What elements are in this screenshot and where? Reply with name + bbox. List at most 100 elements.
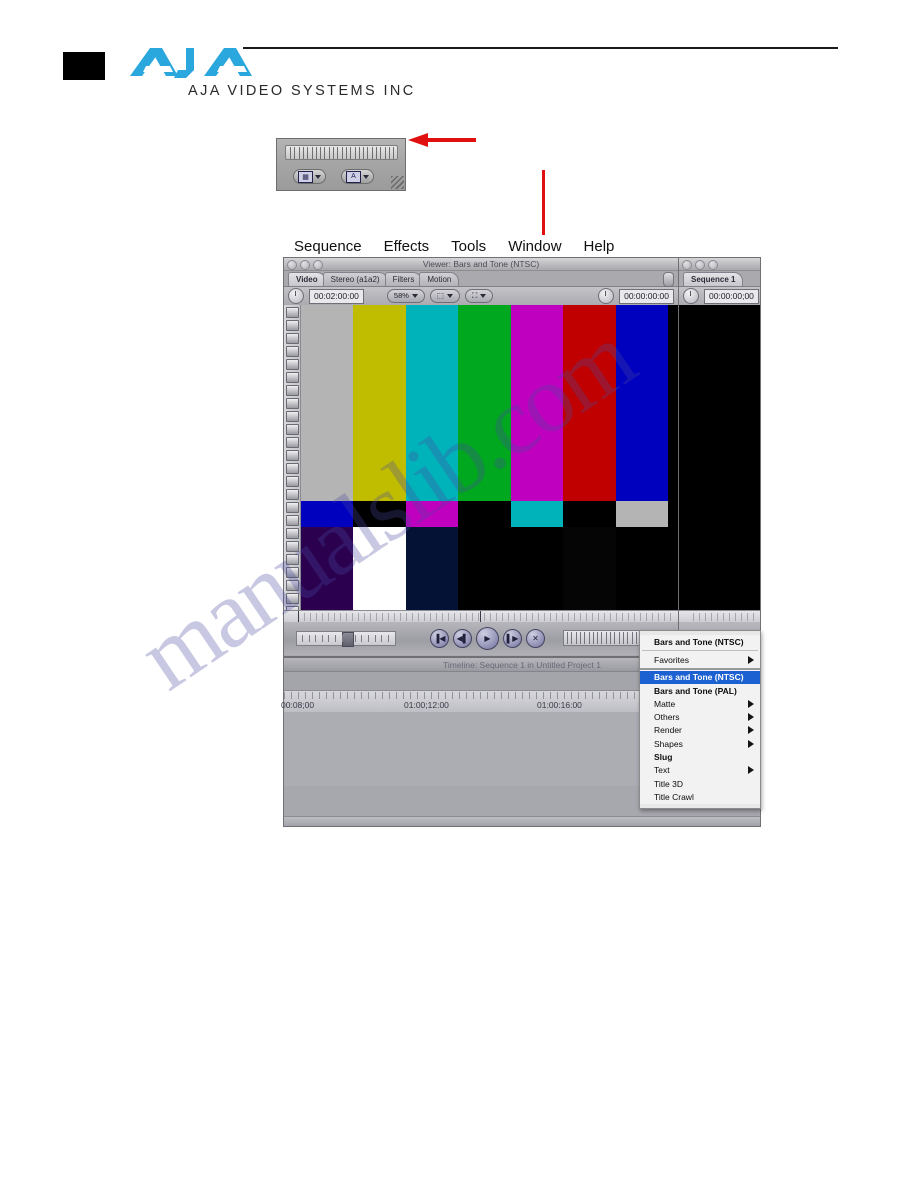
canvas-video-area	[679, 305, 760, 610]
mark-in-button[interactable]: ▐◀	[430, 629, 449, 648]
filmstrip-cell[interactable]	[285, 450, 299, 461]
filmstrip-cell[interactable]	[285, 541, 299, 552]
submenu-arrow-icon	[748, 739, 754, 748]
filmstrip-view-button[interactable]: A	[341, 169, 374, 184]
current-time-dial-icon[interactable]	[683, 288, 699, 304]
tab-filters[interactable]: Filters	[384, 272, 423, 286]
duration-dial-icon[interactable]	[288, 288, 304, 304]
filmstrip-cell[interactable]	[285, 372, 299, 383]
canvas-titlebar[interactable]	[679, 258, 760, 271]
next-edit-button[interactable]: ▌▶	[503, 629, 522, 648]
zoom-button[interactable]	[313, 260, 323, 270]
minimize-button[interactable]	[695, 260, 705, 270]
floating-scrubber-panel[interactable]: ▦ A	[276, 138, 406, 191]
previous-edit-icon: ◀▌	[456, 633, 469, 643]
jog-tick	[302, 635, 303, 642]
filmstrip-cell[interactable]	[285, 502, 299, 513]
filmstrip-cell[interactable]	[285, 554, 299, 565]
filmstrip-cell[interactable]	[285, 437, 299, 448]
jog-slider[interactable]	[296, 631, 396, 647]
menu-item-sequence[interactable]: Sequence	[283, 238, 373, 255]
menu-item-text[interactable]: Text	[640, 764, 760, 777]
canvas-controlbar: 00:00:00;00	[679, 287, 760, 306]
viewer-titlebar[interactable]: Viewer: Bars and Tone (NTSC)	[284, 258, 678, 271]
tab-stereo[interactable]: Stereo (a1a2)	[322, 272, 388, 286]
menu-item-favorites[interactable]: Favorites	[640, 653, 760, 666]
menu-item-title-3d[interactable]: Title 3D	[640, 777, 760, 790]
menu-item-tools[interactable]: Tools	[440, 238, 497, 255]
timecode-in-field[interactable]: 00:02:00:00	[309, 288, 364, 304]
filmstrip-cell[interactable]	[285, 307, 299, 318]
zoom-level-popup[interactable]: 58%	[386, 289, 425, 303]
menu-item-slug[interactable]: Slug	[640, 750, 760, 763]
color-bar-segment	[301, 527, 354, 610]
filmstrip-cell[interactable]	[285, 411, 299, 422]
menu-item-window[interactable]: Window	[497, 238, 572, 255]
menu-item-bars-and-tone-ntsc[interactable]: Bars and Tone (NTSC)	[640, 670, 760, 684]
menu-item-effects[interactable]: Effects	[373, 238, 441, 255]
mini-scrubber-bar[interactable]	[285, 145, 398, 160]
filmstrip-cell[interactable]	[285, 346, 299, 357]
shuttle-tick	[627, 632, 629, 644]
tab-overflow-knob[interactable]	[663, 272, 674, 287]
filmstrip-cell[interactable]	[285, 333, 299, 344]
submenu-arrow-icon	[748, 713, 754, 722]
filmstrip-icon: A	[346, 170, 361, 183]
scrubber-tick	[363, 147, 365, 159]
shuttle-tick	[588, 632, 590, 644]
jog-tick	[341, 635, 343, 642]
menu-item-shapes[interactable]: Shapes	[640, 737, 760, 750]
grid-view-button[interactable]: ▦	[293, 169, 326, 184]
view-mode-popup[interactable]: ⬚	[429, 289, 461, 303]
image-plus-wireframe-icon: ⬚	[436, 291, 445, 300]
color-bar-segment	[510, 501, 564, 527]
chevron-down-icon	[480, 294, 487, 298]
filmstrip-cell[interactable]	[285, 320, 299, 331]
mark-out-button[interactable]: ✕	[526, 629, 545, 648]
timeline-title: Timeline: Sequence 1 in Untitled Project…	[443, 659, 601, 670]
filmstrip-cell[interactable]	[285, 463, 299, 474]
menu-item-render[interactable]: Render	[640, 724, 760, 737]
menu-item-title-crawl[interactable]: Title Crawl	[640, 790, 760, 803]
zoom-button[interactable]	[708, 260, 718, 270]
play-button[interactable]: ▶	[476, 627, 499, 650]
viewer-canvas-area	[284, 305, 678, 669]
menu-item-bars-and-tone-pal[interactable]: Bars and Tone (PAL)	[640, 684, 760, 697]
close-button[interactable]	[682, 260, 692, 270]
tab-motion[interactable]: Motion	[419, 272, 460, 286]
filmstrip-scrubber[interactable]	[284, 305, 301, 669]
menu-item-matte[interactable]: Matte	[640, 697, 760, 710]
filmstrip-cell[interactable]	[285, 567, 299, 578]
filmstrip-cell[interactable]	[285, 398, 299, 409]
filmstrip-cell[interactable]	[285, 528, 299, 539]
canvas-timecode-field[interactable]: 00:00:00;00	[704, 288, 759, 304]
menu-item-others[interactable]: Others	[640, 710, 760, 723]
current-time-dial-icon[interactable]	[598, 288, 615, 304]
menu-item-help[interactable]: Help	[573, 238, 626, 255]
previous-edit-button[interactable]: ◀▌	[453, 629, 472, 648]
effects-dropdown-menu[interactable]: Bars and Tone (NTSC) Favorites Bars and …	[639, 630, 761, 809]
jog-tick	[361, 635, 363, 642]
color-bars-bottom-row	[301, 527, 668, 610]
filmstrip-cell[interactable]	[285, 515, 299, 526]
menu-header-item[interactable]: Bars and Tone (NTSC)	[640, 635, 760, 648]
filmstrip-cell[interactable]	[285, 424, 299, 435]
timecode-current-field[interactable]: 00:00:00:00	[619, 288, 674, 304]
filmstrip-cell[interactable]	[285, 385, 299, 396]
tab-sequence-1[interactable]: Sequence 1	[683, 272, 744, 286]
filmstrip-cell[interactable]	[285, 593, 299, 604]
fit-to-window-popup[interactable]: ⛶	[465, 289, 494, 303]
viewer-controlbar: 00:02:00:00 58% ⬚ ⛶ 00:00:00:00	[284, 287, 678, 306]
timeline-bottom-bar	[284, 816, 760, 826]
minimize-button[interactable]	[300, 260, 310, 270]
close-button[interactable]	[287, 260, 297, 270]
color-bar-segment	[353, 501, 406, 527]
shuttle-tick	[614, 632, 616, 644]
resize-grip[interactable]	[391, 176, 404, 189]
filmstrip-cell[interactable]	[285, 489, 299, 500]
chevron-down-icon	[447, 294, 454, 298]
filmstrip-cell[interactable]	[285, 359, 299, 370]
filmstrip-cell[interactable]	[285, 580, 299, 591]
tab-video[interactable]: Video	[288, 272, 326, 286]
filmstrip-cell[interactable]	[285, 476, 299, 487]
